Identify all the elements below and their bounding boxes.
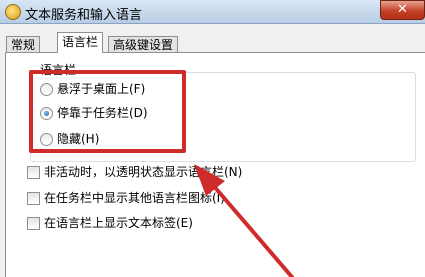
title-bar: 文本服务和输入语言 ✕ — [0, 0, 425, 24]
radio-label: 悬浮于桌面上(F) — [57, 82, 146, 96]
tab-general[interactable]: 常规 — [6, 36, 41, 53]
radio-label: 停靠于任务栏(D) — [57, 106, 148, 120]
checkbox[interactable] — [27, 166, 40, 179]
radio-label: 隐藏(H) — [57, 132, 100, 146]
group-label: 语言栏 — [38, 63, 79, 77]
checkbox-label: 在任务栏中显示其他语言栏图标(I) — [44, 191, 225, 205]
close-button[interactable]: ✕ — [380, 0, 425, 20]
checkbox[interactable] — [27, 192, 40, 205]
radio-button-selected[interactable] — [40, 107, 53, 120]
window-title: 文本服务和输入语言 — [25, 8, 143, 23]
tab-strip: 常规 语言栏 高级键设置 — [0, 30, 425, 53]
tab-language-bar[interactable]: 语言栏 — [57, 32, 104, 53]
checkbox[interactable] — [27, 217, 40, 230]
tab-advanced-key-settings[interactable]: 高级键设置 — [108, 36, 179, 53]
keyboard-globe-icon — [5, 4, 21, 20]
radio-button[interactable] — [40, 133, 53, 146]
checkbox-label: 非活动时，以透明状态显示语言栏(N) — [44, 165, 243, 179]
checkbox-label: 在语言栏上显示文本标签(E) — [44, 216, 193, 230]
radio-button[interactable] — [40, 83, 53, 96]
